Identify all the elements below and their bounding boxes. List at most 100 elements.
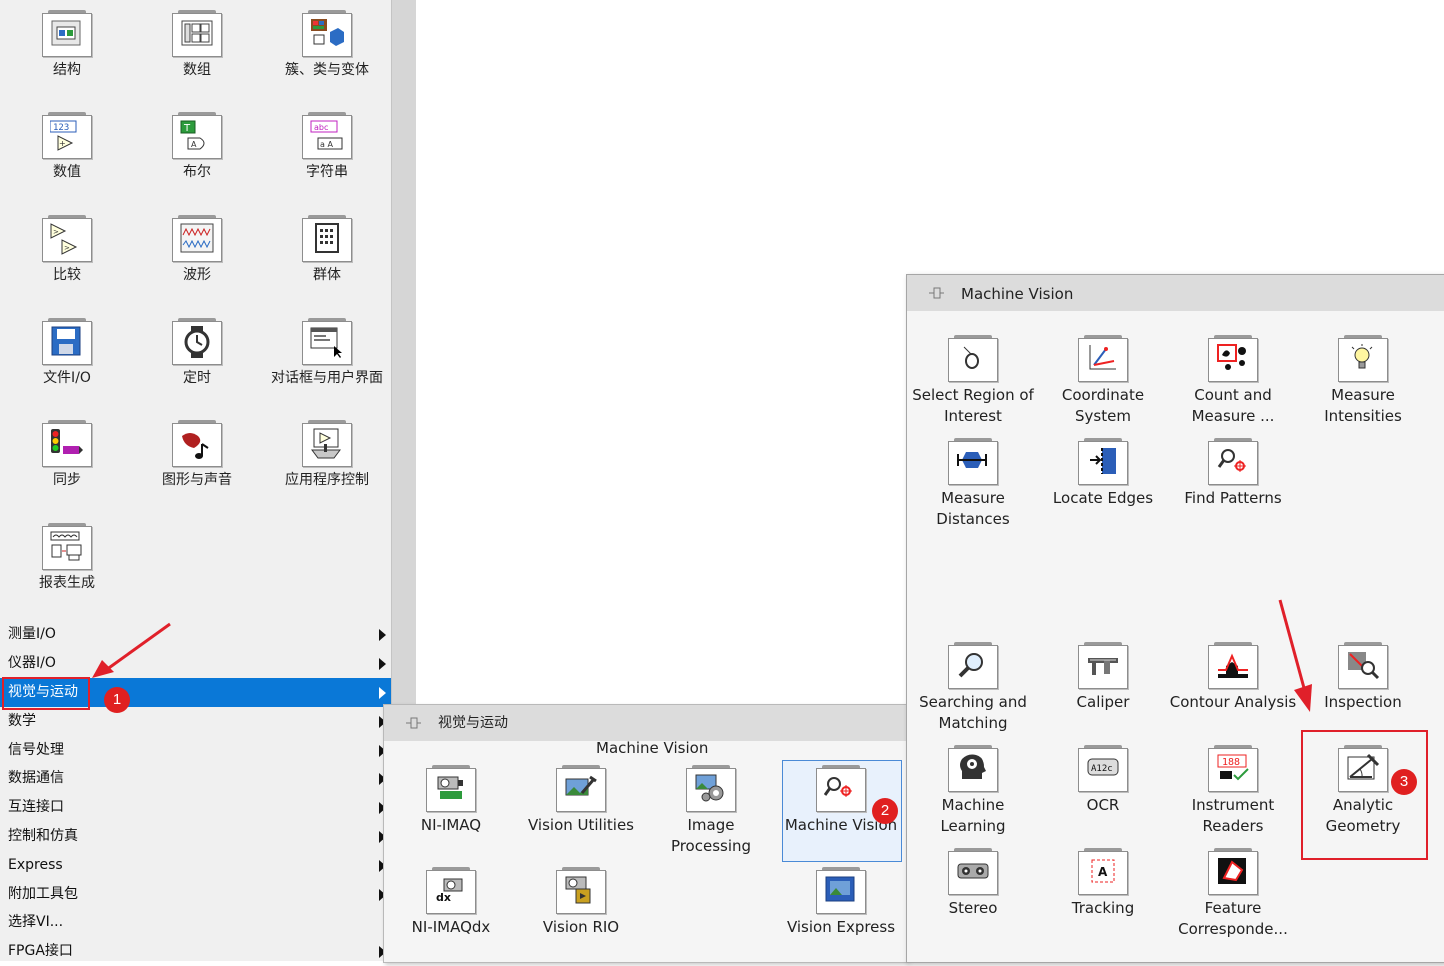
svg-text:A: A — [191, 140, 197, 149]
mv-item-machine-learning[interactable]: Machine Learning — [908, 745, 1038, 837]
palette-item-label: 数组 — [183, 62, 211, 78]
annotation-badge: 3 — [1391, 769, 1417, 795]
palette-item-graphics-sound[interactable]: 图形与声音 — [132, 420, 262, 490]
ni-imaqdx-icon: dx — [426, 867, 476, 914]
count-measure-icon — [1208, 335, 1258, 382]
mv-item-find-patterns[interactable]: Find Patterns — [1168, 438, 1298, 509]
machine-vision-icon — [816, 765, 866, 812]
menu-item-select-vi[interactable]: 选择VI... — [0, 908, 391, 937]
menu-item-measurement-io[interactable]: 测量I/O — [0, 620, 391, 649]
mv-item-searching-matching[interactable]: Searching and Matching — [908, 642, 1038, 734]
menu-item-label: 测量I/O — [8, 626, 56, 642]
submenu-item-ni-imaqdx[interactable]: dx NI-IMAQdx — [386, 867, 516, 938]
palette-item-group[interactable]: 群体 — [262, 215, 392, 285]
menu-item-data-communication[interactable]: 数据通信 — [0, 764, 391, 793]
mv-item-label: Locate Edges — [1052, 489, 1154, 507]
submenu-header: 视觉与运动 — [384, 705, 907, 741]
menu-item-label: 附加工具包 — [8, 886, 78, 902]
submenu-item-vision-rio[interactable]: Vision RIO — [516, 867, 646, 938]
find-patterns-icon — [1208, 438, 1258, 485]
stereo-icon — [948, 848, 998, 895]
mv-item-label: Instrument Readers — [1191, 796, 1275, 835]
menu-item-addons[interactable]: 附加工具包 — [0, 880, 391, 909]
palette-item-waveform[interactable]: 波形 — [132, 215, 262, 285]
palette-item-timing[interactable]: 定时 — [132, 318, 262, 388]
menu-item-label: 控制和仿真 — [8, 828, 78, 844]
mv-item-measure-distances[interactable]: Measure Distances — [908, 438, 1038, 530]
vision-motion-submenu: 视觉与运动 Machine Vision NI-IMAQ Vision Util… — [383, 704, 908, 963]
svg-text:188: 188 — [1222, 757, 1240, 768]
pin-icon[interactable] — [927, 285, 945, 301]
palette-item-comparison[interactable]: > > 比较 — [2, 215, 132, 285]
synchronization-icon — [42, 420, 92, 467]
palette-item-label: 文件I/O — [43, 370, 91, 386]
mv-item-instrument-readers[interactable]: 188 Instrument Readers — [1168, 745, 1298, 837]
application-control-icon — [302, 420, 352, 467]
chevron-right-icon — [379, 687, 386, 699]
palette-item-file-io[interactable]: 文件I/O — [2, 318, 132, 388]
submenu-item-label: Vision Express — [786, 918, 896, 936]
submenu-item-label: NI-IMAQdx — [411, 918, 491, 936]
palette-item-structure[interactable]: 结构 — [2, 10, 132, 80]
mv-item-label: Select Region of Interest — [912, 386, 1034, 425]
tracking-icon: A — [1078, 848, 1128, 895]
palette-item-app-control[interactable]: 应用程序控制 — [262, 420, 392, 490]
machine-vision-title: Machine Vision — [961, 285, 1074, 303]
machine-vision-header: Machine Vision — [907, 275, 1444, 311]
palette-item-string[interactable]: abc a A 字符串 — [262, 112, 392, 182]
coordinate-system-icon — [1078, 335, 1128, 382]
submenu-item-image-processing[interactable]: Image Processing — [646, 765, 776, 857]
annotation-badge: 1 — [104, 687, 130, 713]
vision-utilities-icon — [556, 765, 606, 812]
mv-item-label: Stereo — [948, 899, 998, 917]
submenu-item-label: Vision Utilities — [528, 816, 634, 834]
palette-item-array[interactable]: 数组 — [132, 10, 262, 80]
palette-item-label: 报表生成 — [39, 575, 95, 591]
submenu-item-vision-utilities[interactable]: Vision Utilities — [516, 765, 646, 836]
mv-item-ocr[interactable]: A12c OCR — [1038, 745, 1168, 816]
mv-item-count-measure[interactable]: Count and Measure ... — [1168, 335, 1298, 427]
palette-item-sync[interactable]: 同步 — [2, 420, 132, 490]
mv-item-measure-intensities[interactable]: Measure Intensities — [1298, 335, 1428, 427]
menu-item-express[interactable]: Express — [0, 851, 391, 880]
measure-distances-icon — [948, 438, 998, 485]
mv-item-stereo[interactable]: Stereo — [908, 848, 1038, 919]
palette-item-label: 波形 — [183, 267, 211, 283]
menu-item-connectivity[interactable]: 互连接口 — [0, 793, 391, 822]
submenu-item-vision-express[interactable]: Vision Express — [776, 867, 906, 938]
mv-item-label: Machine Learning — [940, 796, 1006, 835]
svg-text:>: > — [64, 244, 70, 252]
mv-item-label: Caliper — [1076, 693, 1130, 711]
graphics-sound-icon — [172, 420, 222, 467]
palette-item-report[interactable]: 报表生成 — [2, 523, 132, 593]
mv-item-coordinate-system[interactable]: Coordinate System — [1038, 335, 1168, 427]
annotation-arrow-icon — [92, 622, 171, 678]
menu-item-signal-processing[interactable]: 信号处理 — [0, 736, 391, 765]
svg-text:123: 123 — [53, 123, 69, 133]
submenu-item-ni-imaq[interactable]: NI-IMAQ — [386, 765, 516, 836]
palette-item-boolean[interactable]: TA 布尔 — [132, 112, 262, 182]
palette-item-dialog-ui[interactable]: 对话框与用户界面 — [262, 318, 392, 388]
mv-item-select-roi[interactable]: Select Region of Interest — [908, 335, 1038, 427]
menu-item-math[interactable]: 数学 — [0, 707, 391, 736]
palette-item-label: 同步 — [53, 472, 81, 488]
submenu-group-label: Machine Vision — [596, 739, 709, 757]
mv-item-locate-edges[interactable]: Locate Edges — [1038, 438, 1168, 509]
menu-item-instrument-io[interactable]: 仪器I/O — [0, 649, 391, 678]
palette-item-label: 簇、类与变体 — [285, 62, 369, 78]
ni-imaq-icon — [426, 765, 476, 812]
synchronization-cluster-icon — [302, 215, 352, 262]
vision-rio-icon — [556, 867, 606, 914]
svg-text:>: > — [53, 228, 59, 236]
svg-text:A12c: A12c — [1091, 764, 1113, 774]
menu-item-control-simulation[interactable]: 控制和仿真 — [0, 822, 391, 851]
menu-item-fpga-interface[interactable]: FPGA接口 — [0, 937, 391, 966]
palette-item-cluster[interactable]: 簇、类与变体 — [262, 10, 392, 80]
menu-item-label: 仪器I/O — [8, 655, 56, 671]
mv-item-tracking[interactable]: A Tracking — [1038, 848, 1168, 919]
palette-item-numeric[interactable]: 123 + 数值 — [2, 112, 132, 182]
pin-icon[interactable] — [404, 715, 422, 731]
mv-item-feature-correspondence[interactable]: Feature Corresponde... — [1168, 848, 1298, 940]
mv-item-caliper[interactable]: Caliper — [1038, 642, 1168, 713]
submenu-title: 视觉与运动 — [438, 715, 508, 731]
